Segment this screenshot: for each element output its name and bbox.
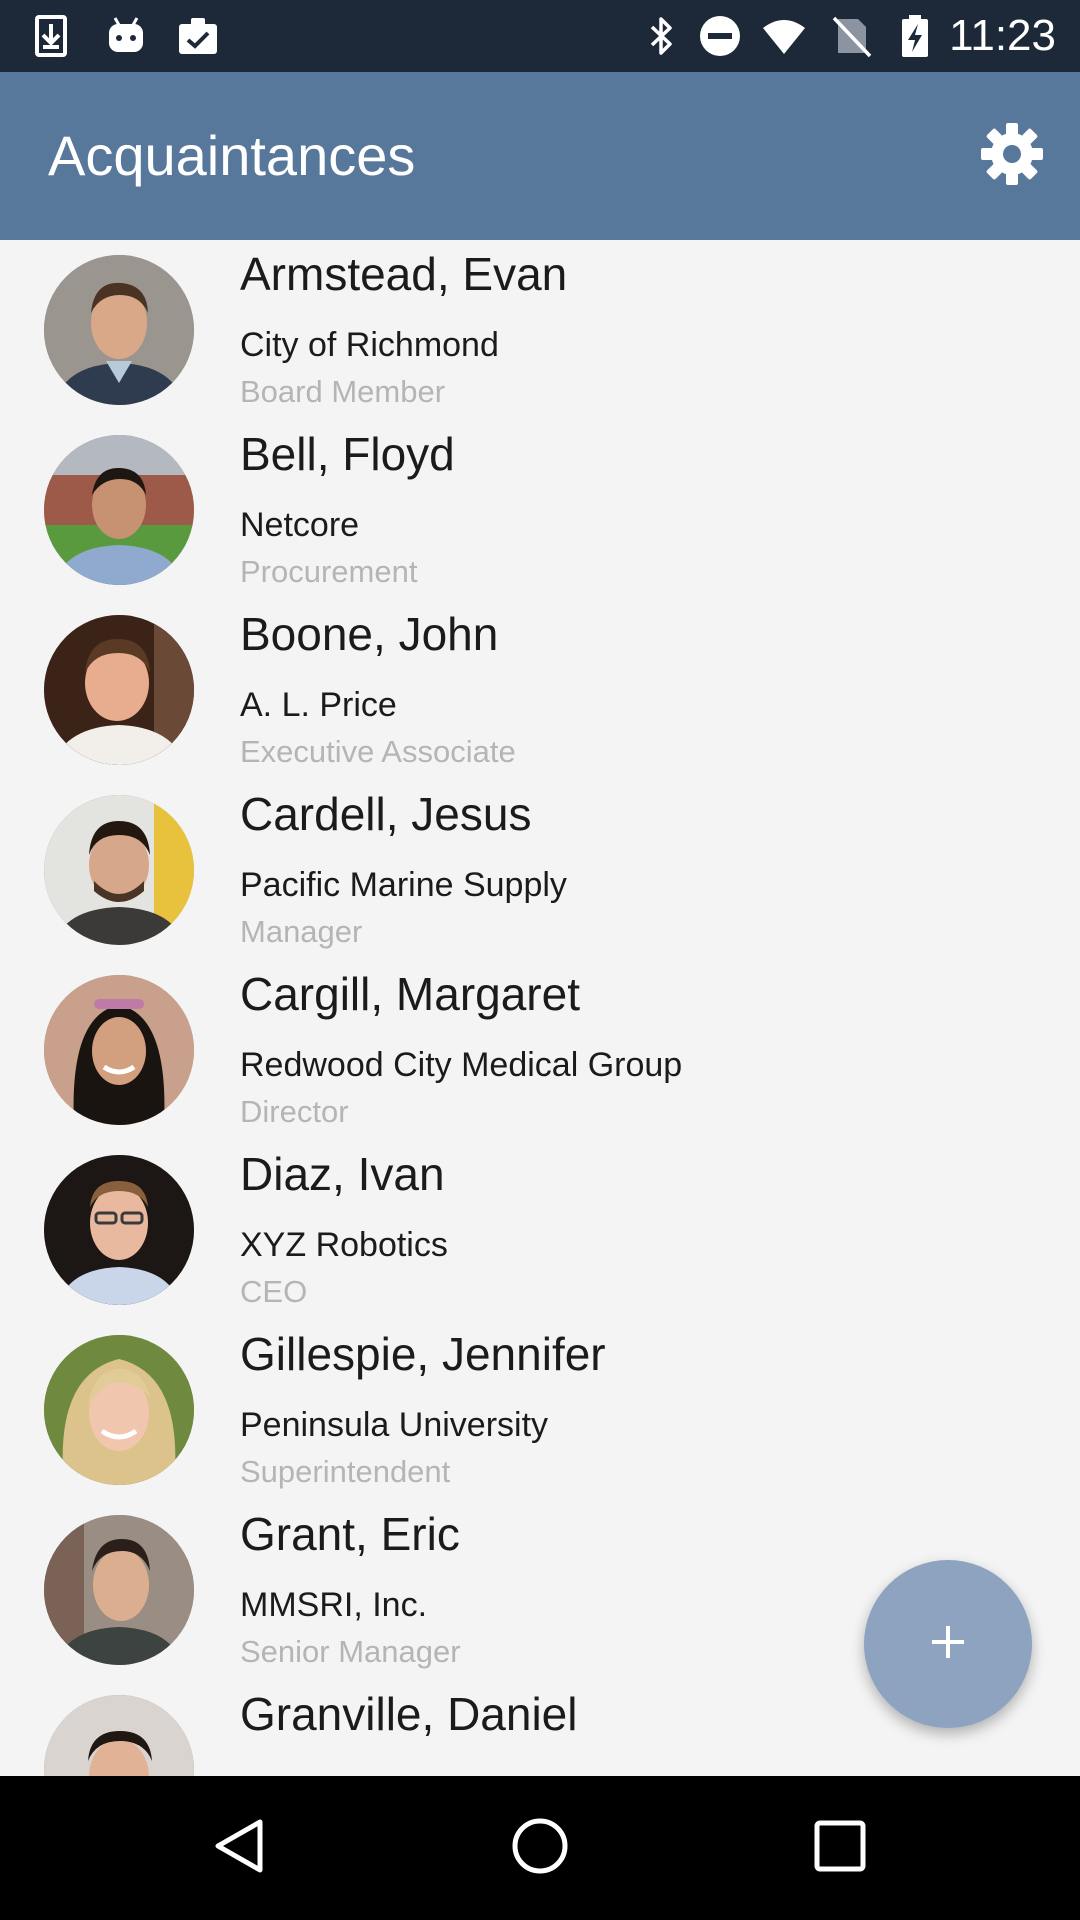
home-icon	[510, 1816, 570, 1881]
list-item[interactable]: Cardell, Jesus Pacific Marine Supply Man…	[0, 780, 1080, 960]
contact-role: Superintendent	[240, 1454, 451, 1489]
avatar	[44, 1155, 194, 1305]
clipboard-check-icon	[176, 14, 220, 58]
contact-role: Board Member	[240, 374, 446, 409]
contact-list: Armstead, Evan City of Richmond Board Me…	[0, 240, 1080, 1776]
contact-role: CEO	[240, 1274, 308, 1309]
avatar	[44, 975, 194, 1125]
download-icon	[30, 14, 74, 58]
list-item[interactable]: Armstead, Evan City of Richmond Board Me…	[0, 240, 1080, 420]
no-sim-icon	[830, 14, 874, 58]
contact-company: City of Richmond	[240, 326, 499, 364]
contact-company: A. L. Price	[240, 686, 397, 724]
status-clock: 11:23	[949, 11, 1056, 60]
list-item[interactable]: Gillespie, Jennifer Peninsula University…	[0, 1320, 1080, 1500]
recents-icon	[812, 1818, 868, 1879]
contact-name: Armstead, Evan	[240, 248, 568, 300]
list-item[interactable]: Bell, Floyd Netcore Procurement	[0, 420, 1080, 600]
add-contact-button[interactable]	[864, 1560, 1032, 1728]
wifi-icon	[762, 14, 806, 58]
contact-role: Director	[240, 1094, 349, 1129]
status-bar: 11:23	[0, 0, 1080, 72]
plus-icon	[928, 1622, 968, 1667]
contact-name: Cargill, Margaret	[240, 968, 580, 1020]
screen: 11:23 Acquaintances Armstead, Evan City …	[0, 0, 1080, 1920]
contact-role: Procurement	[240, 554, 418, 589]
settings-button[interactable]	[972, 116, 1052, 196]
list-item[interactable]: Boone, John A. L. Price Executive Associ…	[0, 600, 1080, 780]
app-bar: Acquaintances	[0, 72, 1080, 240]
avatar	[44, 255, 194, 405]
contact-name: Diaz, Ivan	[240, 1148, 445, 1200]
contact-name: Grant, Eric	[240, 1508, 460, 1560]
list-item[interactable]: Diaz, Ivan XYZ Robotics CEO	[0, 1140, 1080, 1320]
home-button[interactable]	[504, 1812, 576, 1884]
contact-company: XYZ Robotics	[240, 1226, 448, 1264]
page-title: Acquaintances	[48, 124, 416, 187]
contact-company: Netcore	[240, 506, 360, 544]
contact-name: Granville, Daniel	[240, 1688, 578, 1740]
avatar	[44, 1335, 194, 1485]
contact-company: MMSRI, Inc.	[240, 1586, 428, 1624]
contact-company: Redwood City Medical Group	[240, 1046, 683, 1084]
recents-button[interactable]	[804, 1812, 876, 1884]
battery-charging-icon	[893, 14, 937, 58]
navigation-bar	[0, 1776, 1080, 1920]
android-icon	[104, 14, 148, 58]
avatar	[44, 1695, 194, 1776]
bluetooth-icon	[640, 14, 684, 58]
contact-name: Gillespie, Jennifer	[240, 1328, 606, 1380]
contact-role: Executive Associate	[240, 734, 516, 769]
list-item[interactable]: Cargill, Margaret Redwood City Medical G…	[0, 960, 1080, 1140]
avatar	[44, 615, 194, 765]
avatar	[44, 1515, 194, 1665]
back-icon	[210, 1816, 270, 1881]
contact-role: Senior Manager	[240, 1634, 461, 1669]
contact-name: Bell, Floyd	[240, 428, 455, 480]
contact-name: Cardell, Jesus	[240, 788, 532, 840]
avatar	[44, 795, 194, 945]
contact-role: Manager	[240, 914, 363, 949]
contact-company: Pacific Marine Supply	[240, 866, 567, 904]
gear-icon	[979, 121, 1045, 192]
do-not-disturb-icon	[698, 14, 742, 58]
back-button[interactable]	[204, 1812, 276, 1884]
avatar	[44, 435, 194, 585]
contact-company: Peninsula University	[240, 1406, 549, 1444]
contact-name: Boone, John	[240, 608, 499, 660]
